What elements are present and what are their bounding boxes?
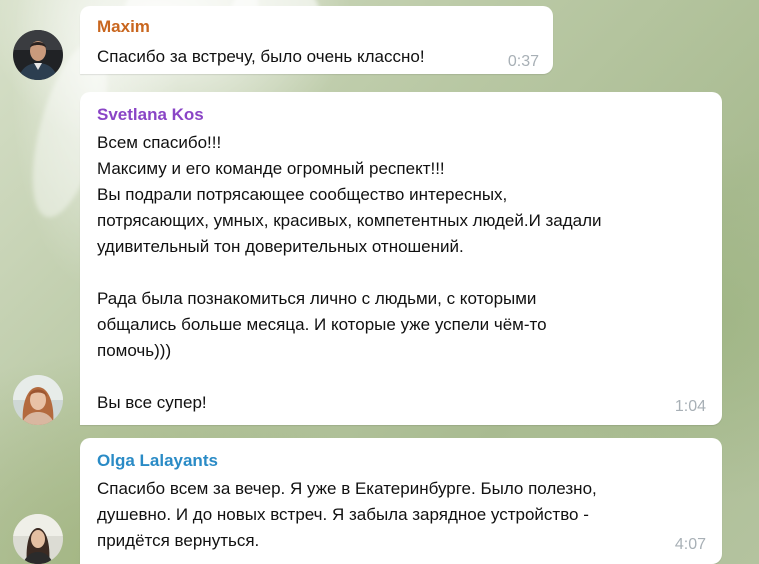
- message-line: Спасибо всем за вечер. Я уже в Екатеринб…: [97, 479, 597, 498]
- message-text: Спасибо за встречу, было очень классно!: [97, 44, 425, 70]
- avatar-svetlana-photo: [13, 375, 63, 425]
- message-time: 4:07: [674, 536, 706, 553]
- message-line: Вы подрали потрясающее сообщество интере…: [97, 185, 508, 204]
- message-line: Максиму и его команде огромный респект!!…: [97, 159, 445, 178]
- message-line: Спасибо за встречу, было очень классно!: [97, 47, 425, 66]
- message-line: Всем спасибо!!!: [97, 133, 222, 152]
- sender-name[interactable]: Svetlana Kos: [97, 105, 204, 125]
- avatar-maxim-photo: [13, 30, 63, 80]
- message-line: Вы все супер!: [97, 393, 207, 412]
- sender-name[interactable]: Maxim: [97, 17, 150, 37]
- message-line: душевно. И до новых встреч. Я забыла зар…: [97, 505, 589, 524]
- message-line-blank: [97, 260, 602, 286]
- message-bubble-svetlana-kos[interactable]: Svetlana Kos Всем спасибо!!! Максиму и е…: [80, 92, 722, 425]
- message-line: Рада была познакомиться лично с людьми, …: [97, 289, 537, 308]
- message-text: Спасибо всем за вечер. Я уже в Екатеринб…: [97, 476, 597, 554]
- message-time: 1:04: [674, 398, 706, 415]
- message-line-blank: [97, 364, 602, 390]
- avatar-maxim[interactable]: [13, 30, 63, 80]
- avatar-svetlana-kos[interactable]: [13, 375, 63, 425]
- message-line: удивительный тон доверительных отношений…: [97, 237, 464, 256]
- message-line: общались больше месяца. И которые уже ус…: [97, 315, 547, 334]
- message-bubble-olga-lalayants[interactable]: Olga Lalayants Спасибо всем за вечер. Я …: [80, 438, 722, 564]
- sender-name[interactable]: Olga Lalayants: [97, 451, 218, 471]
- message-line: придётся вернуться.: [97, 531, 260, 550]
- message-bubble-maxim[interactable]: Maxim Спасибо за встречу, было очень кла…: [80, 6, 553, 74]
- avatar-olga-photo: [13, 514, 63, 564]
- message-line: помочь))): [97, 341, 172, 360]
- message-line: потрясающих, умных, красивых, компетентн…: [97, 211, 602, 230]
- avatar-olga-lalayants[interactable]: [13, 514, 63, 564]
- message-text: Всем спасибо!!! Максиму и его команде ог…: [97, 130, 602, 416]
- message-time: 0:37: [507, 53, 539, 70]
